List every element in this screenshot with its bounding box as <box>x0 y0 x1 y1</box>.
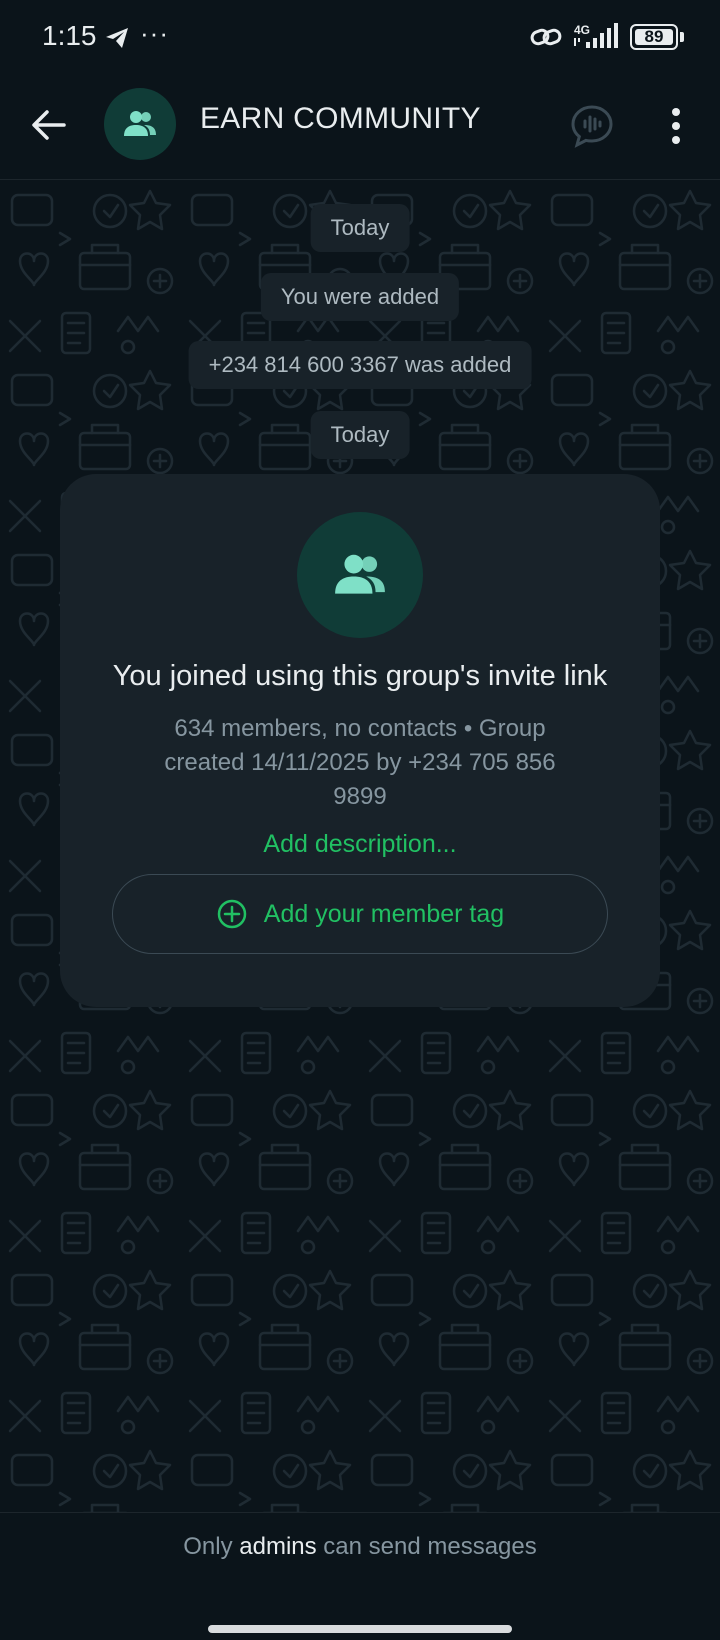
notice-suffix: can send messages <box>323 1533 537 1560</box>
system-message: You were added <box>260 273 460 321</box>
link-icon <box>530 26 562 53</box>
telegram-icon <box>104 26 130 55</box>
chat-area[interactable]: Today You were added +234 814 600 3367 w… <box>0 181 720 1512</box>
overflow-menu-button[interactable] <box>664 102 688 150</box>
status-time: 1:15 <box>42 20 97 51</box>
add-circle-icon <box>217 899 247 929</box>
battery-icon: 89 <box>630 24 678 50</box>
add-member-tag-label: Add your member tag <box>263 899 505 928</box>
arrow-left-icon <box>32 110 66 140</box>
battery-level: 89 <box>644 27 664 46</box>
add-member-tag-button[interactable]: Add your member tag <box>112 874 608 954</box>
status-bar: 1:15 ··· 4G 89 <box>0 0 720 72</box>
group-meta: 634 members, no contacts • Group created… <box>164 715 556 810</box>
chat-header: EARN COMMUNITY <box>0 72 720 180</box>
admins-only-notice: Only admins can send messages <box>0 1533 720 1561</box>
more-vertical-icon <box>672 108 680 144</box>
home-indicator[interactable] <box>208 1625 512 1633</box>
date-separator: Today <box>310 204 410 252</box>
group-name[interactable]: EARN COMMUNITY <box>200 102 481 136</box>
date-separator: Today <box>310 411 410 459</box>
network-type-label: 4G <box>574 23 590 37</box>
composer-disabled-bar: Only admins can send messages <box>0 1512 720 1640</box>
card-title: You joined using this group's invite lin… <box>112 660 608 692</box>
more-notifications-icon: ··· <box>140 18 169 48</box>
system-message: +234 814 600 3367 was added <box>188 341 532 389</box>
card-group-avatar[interactable] <box>297 512 423 638</box>
back-button[interactable] <box>26 102 72 148</box>
notice-prefix: Only <box>183 1533 233 1560</box>
voice-chat-button[interactable] <box>568 102 616 150</box>
signal-icon: 4G <box>572 22 622 55</box>
group-avatar[interactable] <box>104 88 176 160</box>
group-icon <box>124 111 156 136</box>
group-info-card: You joined using this group's invite lin… <box>60 474 660 1007</box>
group-icon <box>335 554 385 594</box>
voice-chat-icon <box>571 105 613 148</box>
add-description-link[interactable]: Add description... <box>60 830 660 859</box>
admins-link[interactable]: admins <box>239 1533 316 1560</box>
